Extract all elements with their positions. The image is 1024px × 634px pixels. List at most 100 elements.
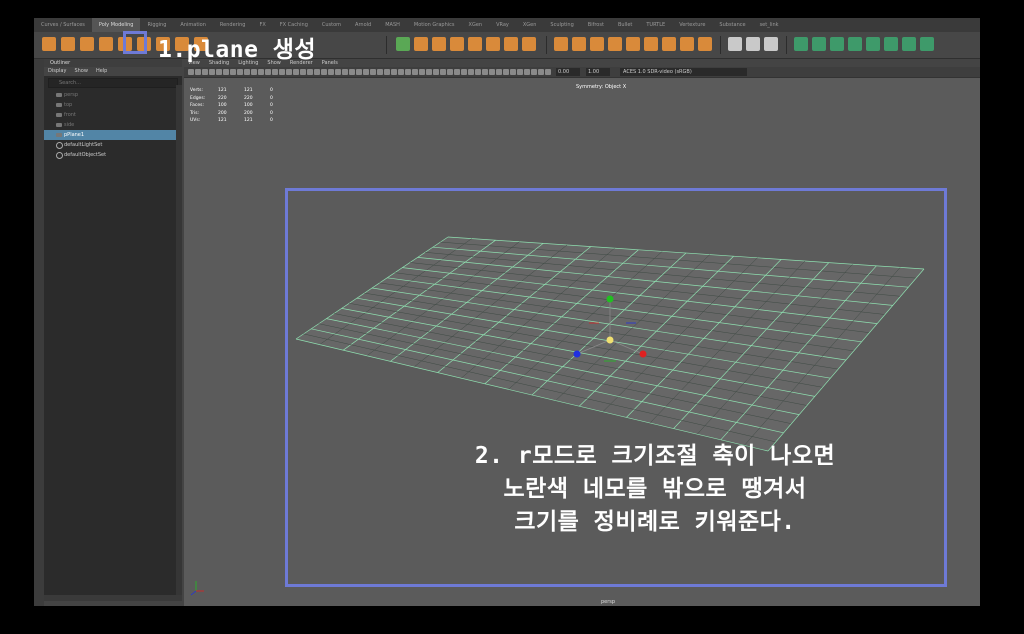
shelf-tool-icon[interactable] — [504, 37, 518, 51]
shelf-tool-icon[interactable] — [414, 37, 428, 51]
shelf-tab-9[interactable]: MASH — [378, 18, 407, 32]
shelf-tool-icon[interactable] — [728, 37, 742, 51]
viewport-tool-icon[interactable] — [300, 69, 306, 75]
viewport-tool-icon[interactable] — [349, 69, 355, 75]
shelf-tool-icon[interactable] — [902, 37, 916, 51]
shelf-tool-icon[interactable] — [396, 37, 410, 51]
viewport-tool-icon[interactable] — [461, 69, 467, 75]
shelf-tool-icon[interactable] — [626, 37, 640, 51]
viewport-tool-icon[interactable] — [405, 69, 411, 75]
viewport-tool-icon[interactable] — [391, 69, 397, 75]
outliner-item-side[interactable]: side — [44, 120, 182, 130]
exposure-field[interactable]: 0.00 — [556, 68, 580, 76]
shelf-tab-18[interactable]: Vertexture — [672, 18, 712, 32]
shelf-tab-8[interactable]: Arnold — [348, 18, 378, 32]
shelf-tool-icon[interactable] — [608, 37, 622, 51]
viewport-tool-icon[interactable] — [524, 69, 530, 75]
shelf-tool-icon[interactable] — [644, 37, 658, 51]
shelf-tool-icon[interactable] — [554, 37, 568, 51]
viewport-tool-icon[interactable] — [419, 69, 425, 75]
poly-primitive-icon[interactable] — [99, 37, 113, 51]
shelf-tab-13[interactable]: XGen — [516, 18, 544, 32]
gamma-field[interactable]: 1.00 — [586, 68, 610, 76]
outliner-item-defaultLightSet[interactable]: defaultLightSet — [44, 140, 182, 150]
outliner-item-defaultObjectSet[interactable]: defaultObjectSet — [44, 150, 182, 160]
outliner-vertical-scrollbar[interactable] — [176, 85, 182, 595]
viewport-tool-icon[interactable] — [286, 69, 292, 75]
viewport-tool-icon[interactable] — [545, 69, 551, 75]
viewport-tool-icon[interactable] — [195, 69, 201, 75]
viewport-tool-icon[interactable] — [510, 69, 516, 75]
viewport-tool-icon[interactable] — [531, 69, 537, 75]
viewport-tool-icon[interactable] — [293, 69, 299, 75]
viewport-tool-icon[interactable] — [433, 69, 439, 75]
viewport-tool-icon[interactable] — [440, 69, 446, 75]
shelf-tool-icon[interactable] — [866, 37, 880, 51]
viewport-tool-icon[interactable] — [454, 69, 460, 75]
viewport-tool-icon[interactable] — [188, 69, 194, 75]
outliner-menu-help[interactable]: Help — [96, 67, 107, 76]
viewport-tool-icon[interactable] — [328, 69, 334, 75]
viewport-tool-icon[interactable] — [398, 69, 404, 75]
viewport-tool-icon[interactable] — [503, 69, 509, 75]
viewport-tool-icon[interactable] — [237, 69, 243, 75]
shelf-tab-1[interactable]: Poly Modeling — [91, 18, 141, 32]
viewport-tool-icon[interactable] — [244, 69, 250, 75]
outliner-item-persp[interactable]: persp — [44, 90, 182, 100]
viewport-tool-icon[interactable] — [272, 69, 278, 75]
shelf-tool-icon[interactable] — [468, 37, 482, 51]
shelf-tool-icon[interactable] — [830, 37, 844, 51]
shelf-tool-icon[interactable] — [590, 37, 604, 51]
viewport-tool-icon[interactable] — [496, 69, 502, 75]
shelf-tab-15[interactable]: Bifrost — [581, 18, 611, 32]
shelf-tool-icon[interactable] — [920, 37, 934, 51]
outliner-menu-show[interactable]: Show — [74, 67, 88, 76]
viewport-tool-icon[interactable] — [321, 69, 327, 75]
shelf-tab-12[interactable]: VRay — [489, 18, 516, 32]
shelf-tool-icon[interactable] — [522, 37, 536, 51]
viewport-tool-icon[interactable] — [377, 69, 383, 75]
shelf-tool-icon[interactable] — [746, 37, 760, 51]
shelf-tab-14[interactable]: Sculpting — [543, 18, 580, 32]
viewport-tool-icon[interactable] — [265, 69, 271, 75]
poly-primitive-icon[interactable] — [61, 37, 75, 51]
viewport-tool-icon[interactable] — [517, 69, 523, 75]
viewport-tool-icon[interactable] — [258, 69, 264, 75]
viewport-tool-icon[interactable] — [412, 69, 418, 75]
color-space-select[interactable]: ACES 1.0 SDR-video (sRGB) — [620, 68, 747, 76]
shelf-tool-icon[interactable] — [680, 37, 694, 51]
shelf-tab-10[interactable]: Motion Graphics — [407, 18, 462, 32]
viewport-tool-icon[interactable] — [279, 69, 285, 75]
shelf-tab-11[interactable]: XGen — [462, 18, 490, 32]
viewport-tool-icon[interactable] — [426, 69, 432, 75]
shelf-tab-20[interactable]: set_link — [753, 18, 786, 32]
shelf-tool-icon[interactable] — [698, 37, 712, 51]
shelf-tab-0[interactable]: Curves / Surfaces — [34, 18, 92, 32]
viewport-tool-icon[interactable] — [489, 69, 495, 75]
viewport-tool-icon[interactable] — [482, 69, 488, 75]
viewport-tool-icon[interactable] — [314, 69, 320, 75]
shelf-tab-16[interactable]: Bullet — [611, 18, 639, 32]
viewport-tool-icon[interactable] — [363, 69, 369, 75]
viewport-tool-icon[interactable] — [202, 69, 208, 75]
shelf-tab-17[interactable]: TURTLE — [639, 18, 672, 32]
viewport-tool-icon[interactable] — [342, 69, 348, 75]
shelf-tool-icon[interactable] — [812, 37, 826, 51]
viewport-tool-icon[interactable] — [307, 69, 313, 75]
outliner-horizontal-scrollbar[interactable] — [44, 595, 182, 601]
outliner-menu-display[interactable]: Display — [48, 67, 66, 76]
shelf-tool-icon[interactable] — [662, 37, 676, 51]
shelf-tool-icon[interactable] — [794, 37, 808, 51]
viewport-tool-icon[interactable] — [538, 69, 544, 75]
viewport-tool-icon[interactable] — [230, 69, 236, 75]
viewport-tool-icon[interactable] — [447, 69, 453, 75]
viewport-tool-icon[interactable] — [223, 69, 229, 75]
outliner-item-top[interactable]: top — [44, 100, 182, 110]
shelf-tab-7[interactable]: Custom — [315, 18, 348, 32]
viewport-tool-icon[interactable] — [209, 69, 215, 75]
poly-primitive-icon[interactable] — [80, 37, 94, 51]
viewport-tool-icon[interactable] — [475, 69, 481, 75]
shelf-tool-icon[interactable] — [450, 37, 464, 51]
viewport-tool-icon[interactable] — [356, 69, 362, 75]
viewport-tool-icon[interactable] — [384, 69, 390, 75]
